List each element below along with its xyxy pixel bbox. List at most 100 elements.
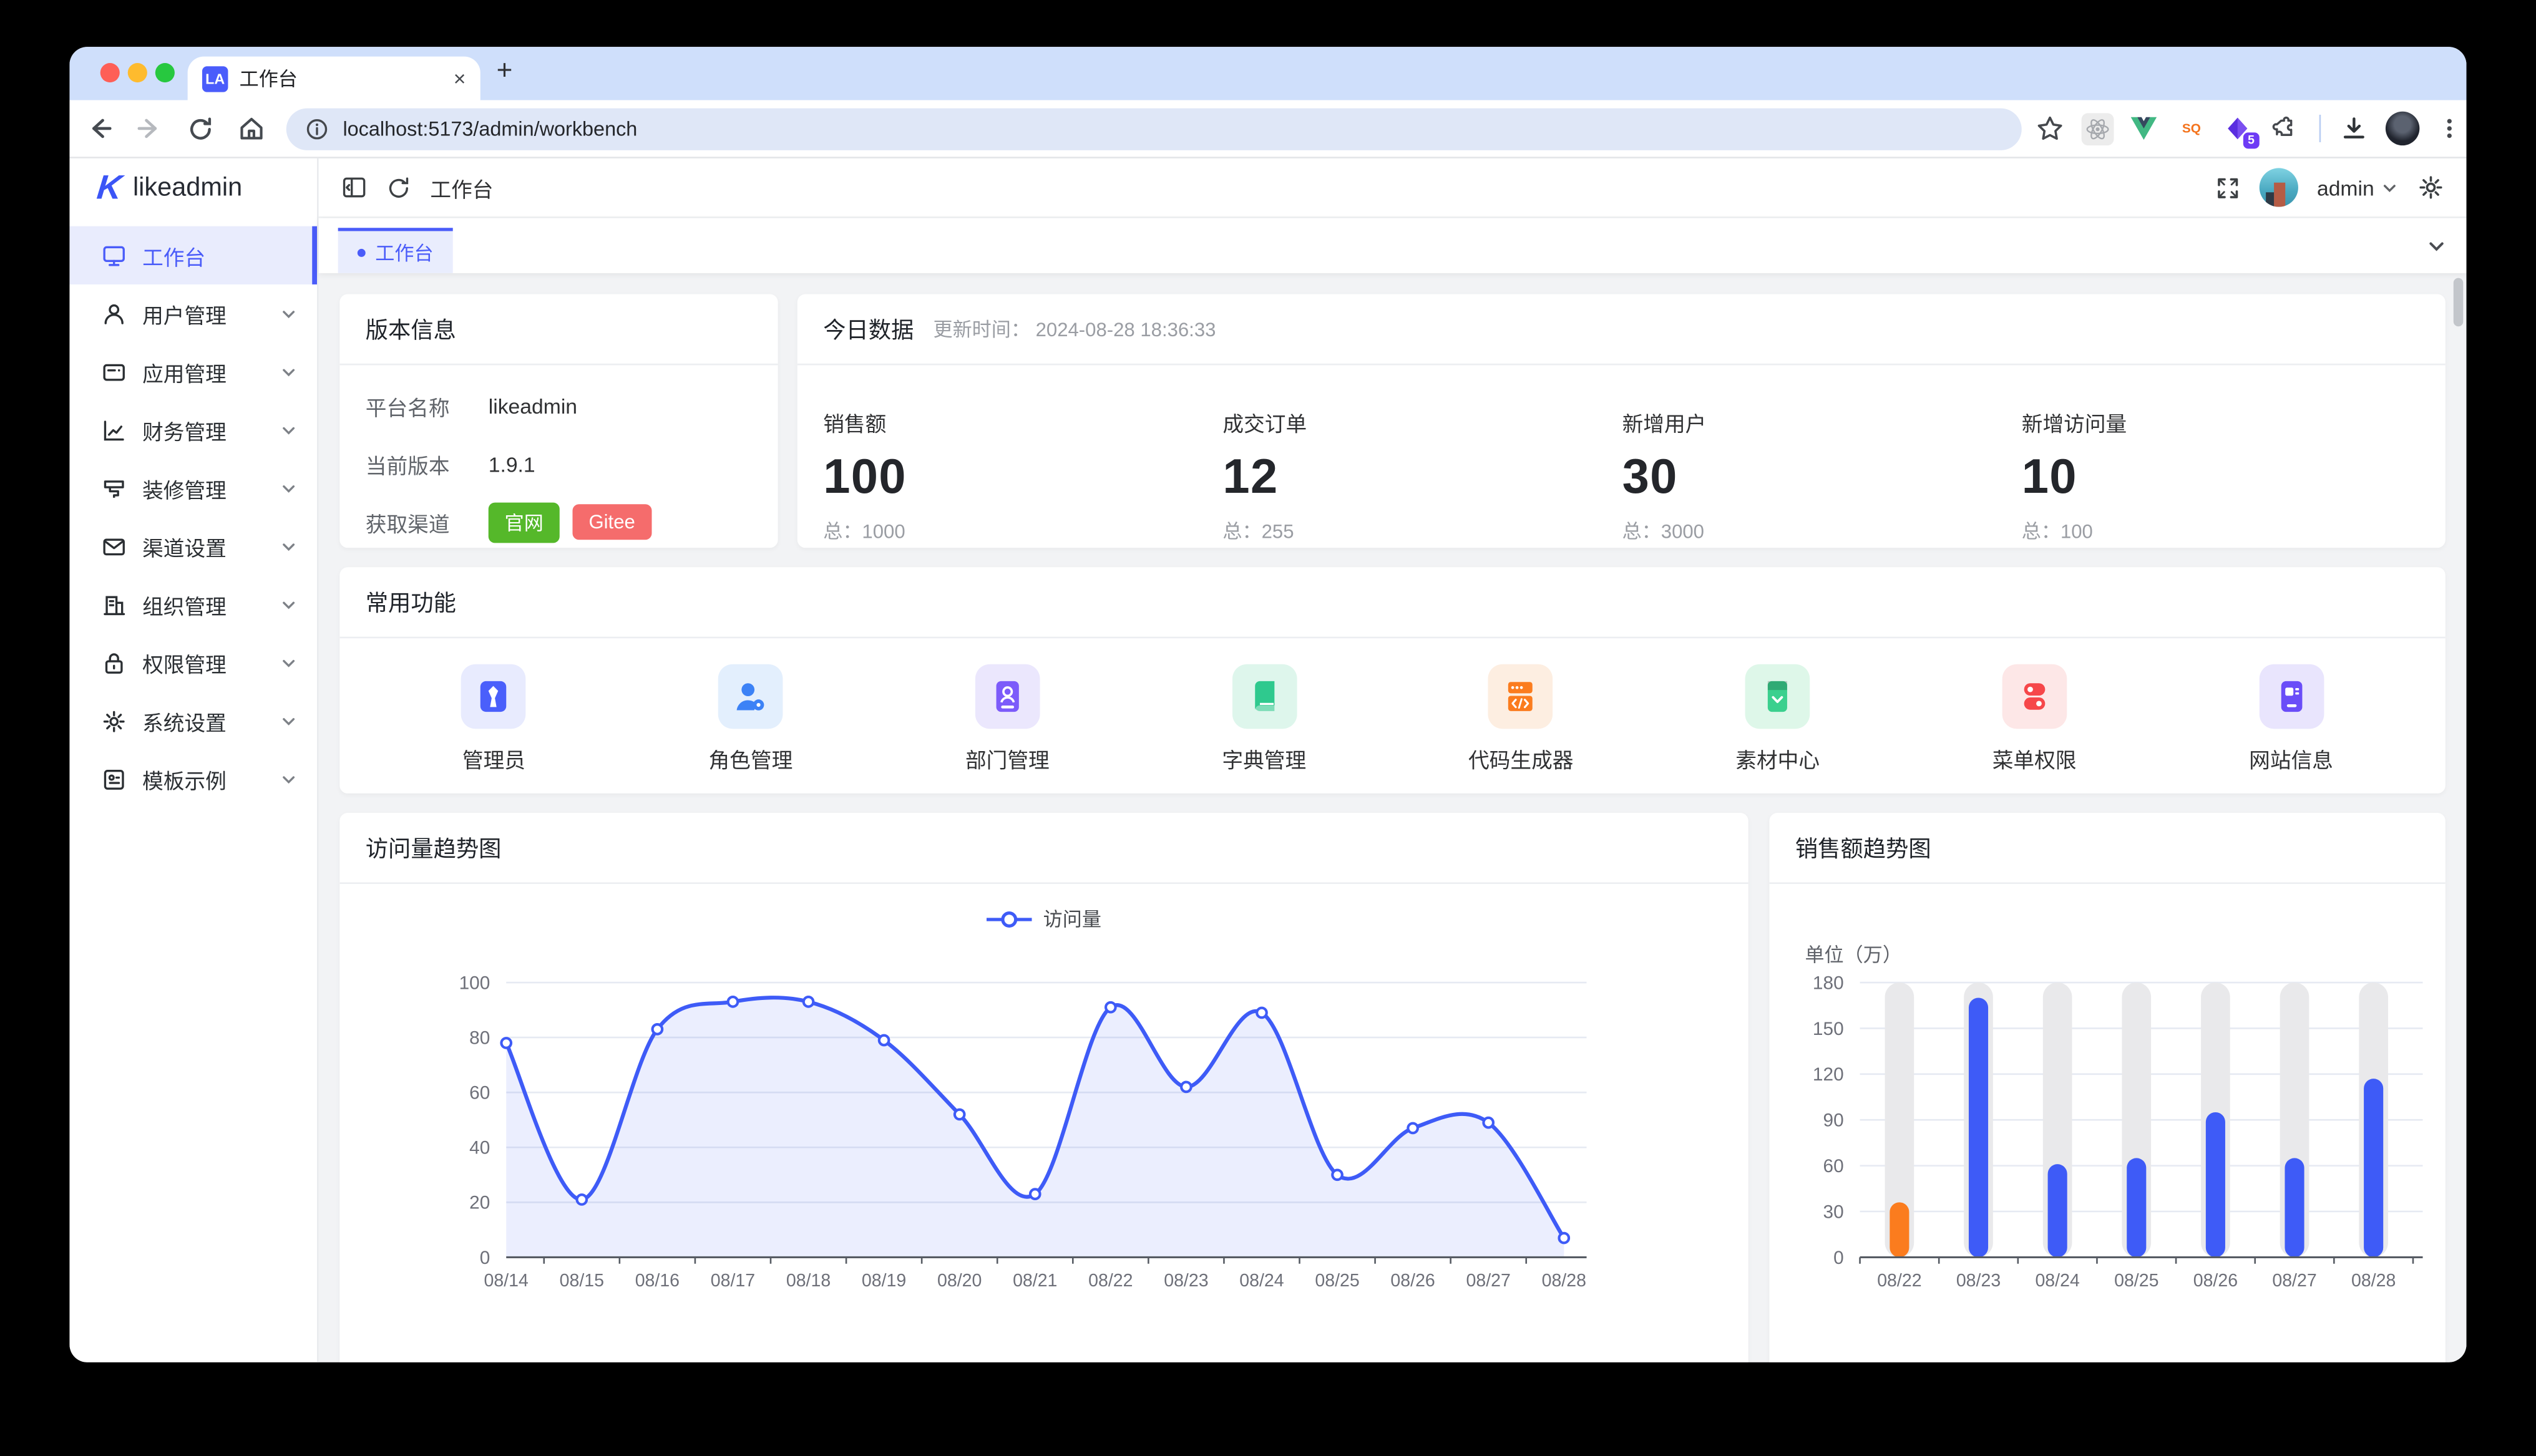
- content-scrollbar-thumb[interactable]: [2454, 278, 2464, 327]
- app-logo[interactable]: K likeadmin: [69, 158, 317, 218]
- sidebar-item-decoration-mgmt[interactable]: 装修管理: [69, 459, 317, 517]
- official-site-button[interactable]: 官网: [489, 502, 560, 542]
- downloads-icon[interactable]: [2339, 112, 2371, 145]
- function-menu-permission[interactable]: 菜单权限: [1906, 664, 2162, 774]
- collapse-sidebar-icon[interactable]: [341, 175, 367, 200]
- chevron-down-icon: [280, 537, 298, 555]
- chevron-down-icon: [2381, 178, 2399, 196]
- svg-text:08/22: 08/22: [1877, 1271, 1921, 1291]
- user-menu[interactable]: admin: [2317, 175, 2399, 200]
- gitee-button[interactable]: Gitee: [573, 504, 651, 540]
- svg-text:150: 150: [1813, 1019, 1844, 1039]
- tag-workbench[interactable]: 工作台: [338, 228, 453, 273]
- sidebar-item-channel-settings[interactable]: 渠道设置: [69, 517, 317, 575]
- version-value: 1.9.1: [489, 452, 535, 476]
- stat-new-users: 新增用户30总：3000: [1622, 407, 1707, 545]
- today-card-title: 今日数据: [823, 313, 914, 345]
- building-icon: [102, 592, 126, 616]
- svg-text:08/20: 08/20: [937, 1271, 982, 1291]
- browser-menu-icon[interactable]: [2434, 112, 2467, 145]
- fullscreen-icon[interactable]: [2215, 175, 2240, 200]
- sidebar-item-permission-mgmt[interactable]: 权限管理: [69, 633, 317, 691]
- sidebar: K likeadmin 工作台 用户管理 应用管理: [69, 158, 318, 1362]
- sq-extension-icon[interactable]: SQ: [2175, 112, 2208, 145]
- svg-text:40: 40: [469, 1138, 490, 1158]
- tagbar-dropdown-icon[interactable]: [2426, 235, 2447, 256]
- refresh-page-icon[interactable]: [386, 175, 411, 200]
- settings-gear-icon[interactable]: [2418, 175, 2444, 200]
- svg-text:08/25: 08/25: [1315, 1271, 1359, 1291]
- logo-text: likeadmin: [133, 173, 242, 203]
- platform-value: likeadmin: [489, 394, 577, 418]
- function-code-generator[interactable]: 代码生成器: [1393, 664, 1649, 774]
- template-icon: [102, 767, 126, 791]
- gem-badge: 5: [2241, 130, 2261, 150]
- function-admin[interactable]: 管理员: [366, 664, 622, 774]
- tab-title: 工作台: [240, 65, 442, 92]
- chevron-down-icon: [280, 770, 298, 787]
- user-avatar[interactable]: [2259, 168, 2298, 206]
- tag-bar: 工作台: [319, 218, 2467, 273]
- tab-close-icon[interactable]: ×: [454, 68, 466, 89]
- user-icon: [102, 301, 126, 326]
- extensions-puzzle-icon[interactable]: [2269, 112, 2301, 145]
- version-label: 当前版本: [366, 449, 489, 479]
- close-window-button[interactable]: [100, 63, 120, 82]
- home-icon[interactable]: [231, 107, 271, 149]
- forward-icon[interactable]: [130, 107, 170, 149]
- sidebar-item-app-mgmt[interactable]: 应用管理: [69, 342, 317, 400]
- reload-icon[interactable]: [180, 107, 221, 149]
- svg-text:100: 100: [459, 973, 490, 993]
- sidebar-item-finance-mgmt[interactable]: 财务管理: [69, 400, 317, 459]
- function-dict-mgmt[interactable]: 字典管理: [1136, 664, 1392, 774]
- sidebar-item-workbench[interactable]: 工作台: [69, 226, 317, 284]
- browser-window: LA 工作台 × + localhost:5173/admin/workbenc…: [69, 47, 2466, 1362]
- address-bar[interactable]: localhost:5173/admin/workbench: [286, 107, 2022, 149]
- breadcrumb: 工作台: [430, 172, 493, 203]
- bookmark-star-icon[interactable]: [2034, 112, 2067, 145]
- svg-text:08/14: 08/14: [484, 1271, 529, 1291]
- stat-new-visits: 新增访问量10总：100: [2022, 407, 2127, 545]
- sidebar-item-organization-mgmt[interactable]: 组织管理: [69, 575, 317, 633]
- svg-text:08/26: 08/26: [2193, 1271, 2238, 1291]
- function-website-info[interactable]: 网站信息: [2163, 664, 2419, 774]
- browser-tabstrip: LA 工作台 × +: [69, 47, 2466, 100]
- sales-bar-chart: 030609012015018008/2208/2308/2408/2508/2…: [1769, 886, 2445, 1362]
- browser-tab[interactable]: LA 工作台 ×: [188, 57, 480, 100]
- sidebar-item-template-examples[interactable]: 模板示例: [69, 750, 317, 808]
- line-chart-title: 访问量趋势图: [339, 813, 1748, 884]
- app-header: 工作台 admin: [319, 158, 2467, 218]
- function-material-center[interactable]: 素材中心: [1649, 664, 1906, 774]
- gem-extension-icon[interactable]: 5: [2222, 112, 2255, 145]
- stat-sales: 销售额100总：1000: [823, 407, 907, 545]
- site-info-icon[interactable]: [306, 117, 328, 140]
- function-role-mgmt[interactable]: 角色管理: [622, 664, 879, 774]
- tag-label: 工作台: [375, 238, 433, 266]
- menu-toggles-icon: [2002, 664, 2067, 729]
- vue-devtools-icon[interactable]: [2129, 112, 2161, 145]
- svg-text:180: 180: [1813, 973, 1844, 993]
- browser-toolbar: localhost:5173/admin/workbench SQ 5: [69, 100, 2466, 158]
- zoom-window-button[interactable]: [155, 63, 175, 82]
- app-window-icon: [102, 359, 126, 384]
- dict-book-icon: [1232, 664, 1297, 729]
- function-dept-mgmt[interactable]: 部门管理: [879, 664, 1136, 774]
- url-text: localhost:5173/admin/workbench: [343, 117, 637, 140]
- react-devtools-icon[interactable]: [2082, 112, 2114, 145]
- back-icon[interactable]: [79, 107, 120, 149]
- svg-text:08/25: 08/25: [2114, 1271, 2158, 1291]
- bar-chart-title: 销售额趋势图: [1769, 813, 2445, 884]
- platform-label: 平台名称: [366, 391, 489, 421]
- mail-icon: [102, 534, 126, 558]
- username-text: admin: [2317, 175, 2374, 200]
- minimize-window-button[interactable]: [128, 63, 147, 82]
- sidebar-item-user-mgmt[interactable]: 用户管理: [69, 284, 317, 342]
- browser-profile-avatar[interactable]: [2386, 112, 2419, 145]
- sidebar-item-system-settings[interactable]: 系统设置: [69, 692, 317, 750]
- svg-text:08/17: 08/17: [711, 1271, 755, 1291]
- chart-icon: [102, 418, 126, 442]
- page-content: 版本信息 平台名称likeadmin 当前版本1.9.1 获取渠道 官网 Git…: [319, 273, 2467, 1362]
- material-icon: [1745, 664, 1810, 729]
- chevron-down-icon: [280, 654, 298, 671]
- new-tab-button[interactable]: +: [497, 55, 513, 87]
